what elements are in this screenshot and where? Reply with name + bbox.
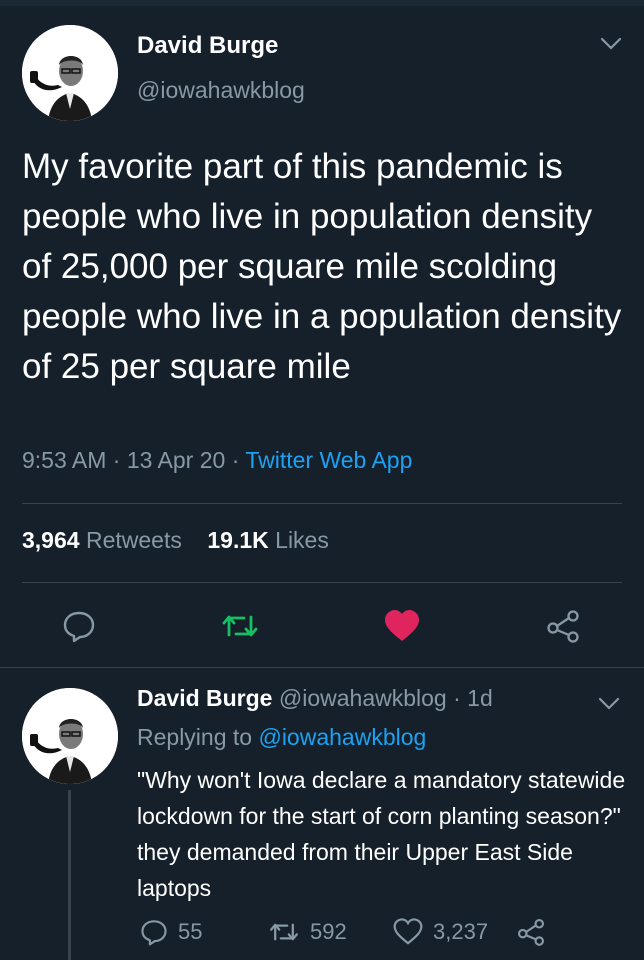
heart-outline-icon <box>393 918 423 945</box>
retweets-stat[interactable]: 3,964 Retweets <box>22 527 182 553</box>
heart-filled-icon <box>385 610 419 641</box>
like-count: 19.1K <box>207 527 269 553</box>
reply-button[interactable] <box>62 609 96 643</box>
chevron-down-icon[interactable] <box>600 37 622 56</box>
reply-age[interactable]: 1d <box>467 685 493 711</box>
reply-author-avatar[interactable] <box>22 688 118 784</box>
reply-icon <box>63 611 95 643</box>
replying-to-label: Replying to <box>137 724 253 750</box>
like-button[interactable] <box>384 610 420 642</box>
author-name[interactable]: David Burge <box>137 32 278 60</box>
reply-reply-count: 55 <box>178 919 203 944</box>
divider <box>22 582 622 583</box>
separator-dot: · <box>112 447 127 473</box>
reply-reply-button[interactable]: 55 <box>140 918 202 946</box>
thread-line <box>68 790 71 960</box>
tweet-text: My favorite part of this pandemic is peo… <box>22 147 622 386</box>
separator-dot: · <box>453 685 468 711</box>
top-border <box>0 0 644 6</box>
replying-to-handle[interactable]: @iowahawkblog <box>258 724 426 750</box>
reply-author-handle[interactable]: @iowahawkblog <box>279 685 447 711</box>
share-button[interactable] <box>546 609 580 643</box>
reply-like-count: 3,237 <box>433 918 489 944</box>
chevron-down-icon[interactable] <box>598 697 620 716</box>
tweet-stats: 3,964 Retweets 19.1K Likes <box>22 527 329 554</box>
tweet-metadata: 9:53 AM · 13 Apr 20 · Twitter Web App <box>22 447 412 474</box>
share-icon <box>517 918 545 946</box>
like-label: Likes <box>275 527 329 553</box>
tweet-source-link[interactable]: Twitter Web App <box>245 447 412 473</box>
reply-author-name[interactable]: David Burge <box>137 685 272 711</box>
reply-text: "Why won't Iowa declare a mandatory stat… <box>137 767 626 901</box>
retweet-icon <box>222 615 258 637</box>
likes-stat[interactable]: 19.1K Likes <box>207 527 328 553</box>
author-avatar[interactable] <box>22 25 118 121</box>
reply-retweet-count: 592 <box>310 919 347 944</box>
reply-retweet-button[interactable]: 592 <box>268 918 347 946</box>
tweet-date: 13 Apr 20 <box>126 447 226 473</box>
avatar-portrait-image <box>22 688 118 784</box>
reply-like-button[interactable]: 3,237 <box>393 918 488 945</box>
reply-header: David Burge @iowahawkblog · 1d <box>137 685 493 712</box>
avatar-portrait-image <box>22 25 118 121</box>
reply-icon <box>141 920 167 946</box>
tweet-time: 9:53 AM <box>22 447 107 473</box>
divider <box>22 503 622 504</box>
replying-to: Replying to @iowahawkblog <box>137 724 426 751</box>
divider <box>0 667 644 668</box>
share-icon <box>547 610 579 643</box>
retweet-count: 3,964 <box>22 527 80 553</box>
retweet-icon <box>270 923 298 941</box>
separator-dot: · <box>231 447 246 473</box>
retweet-label: Retweets <box>85 527 182 553</box>
author-handle[interactable]: @iowahawkblog <box>137 77 305 104</box>
retweet-button[interactable] <box>220 609 260 643</box>
reply-share-button[interactable] <box>517 918 545 946</box>
